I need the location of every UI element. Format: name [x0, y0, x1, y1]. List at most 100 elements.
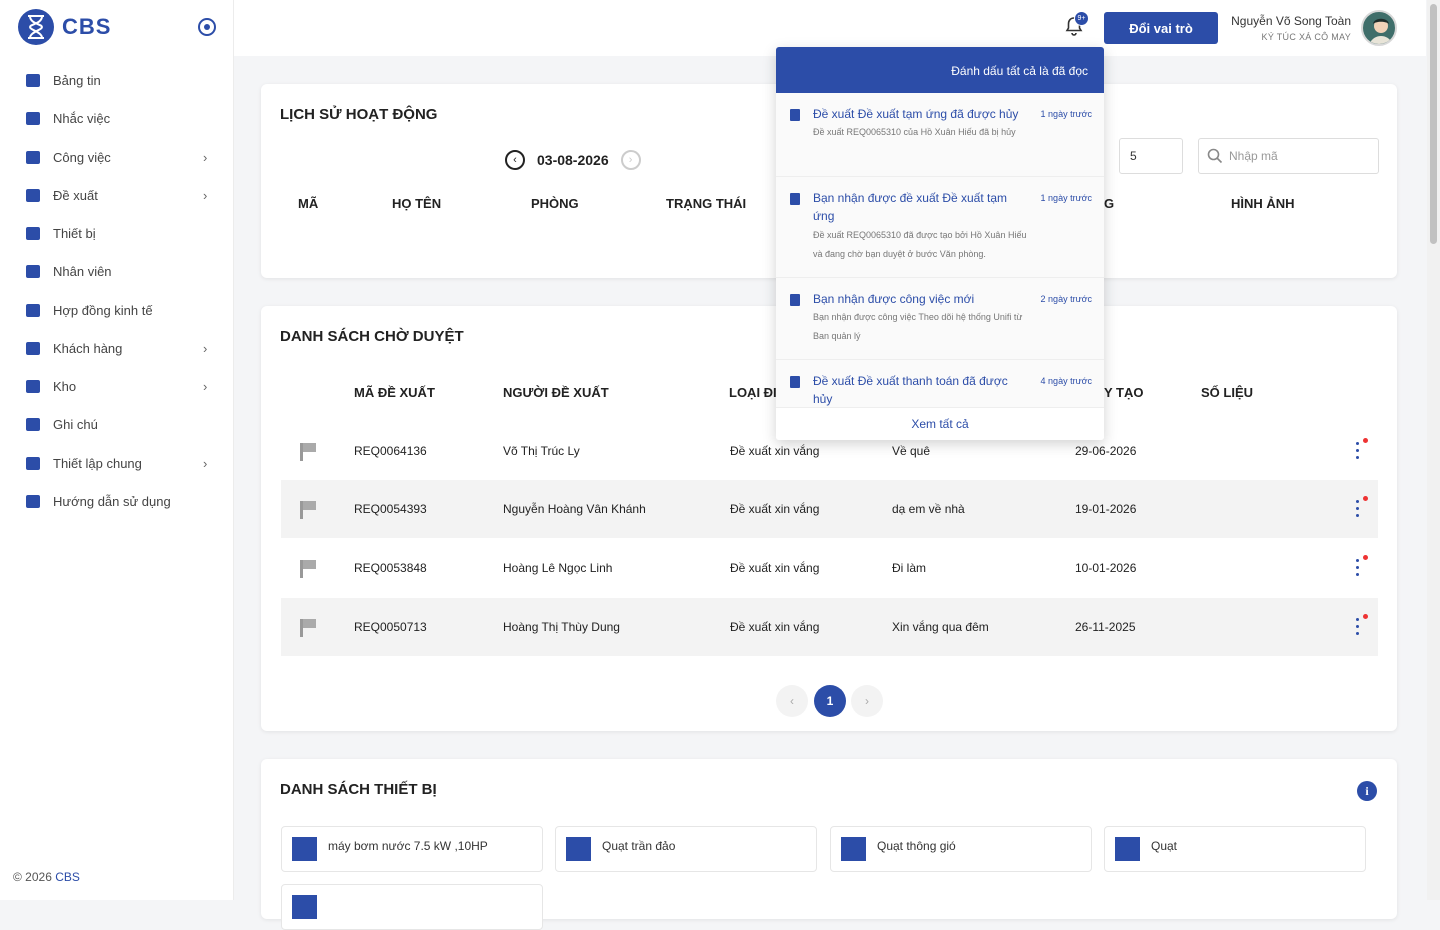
- notification-item[interactable]: Đề xuất Đề xuất tạm ứng đã được hủy Đề xu…: [776, 93, 1104, 177]
- contract-icon: [26, 303, 40, 317]
- copyright-brand: CBS: [55, 870, 80, 884]
- col-status: TRẠNG THÁI: [666, 196, 747, 211]
- unread-dot: [1363, 614, 1368, 619]
- device-color-swatch: [1115, 837, 1140, 861]
- request-reason: Về quê: [892, 444, 931, 458]
- page-1-button[interactable]: 1: [814, 685, 846, 717]
- notification-desc: Đề xuất REQ0065310 đã được tạo bởi Hồ Xu…: [813, 230, 1027, 259]
- customer-icon: [26, 341, 40, 355]
- more-actions-icon[interactable]: [1356, 559, 1360, 580]
- device-color-swatch: [841, 837, 866, 861]
- request-code: REQ0053848: [354, 561, 427, 575]
- col-code: MÃ: [298, 196, 319, 211]
- device-title: DANH SÁCH THIẾT BỊ: [280, 781, 437, 798]
- user-name: Nguyễn Võ Song Toàn: [1231, 14, 1351, 28]
- info-icon[interactable]: i: [1357, 781, 1377, 801]
- sidebar-item-11[interactable]: Hướng dẫn sử dụng: [0, 483, 234, 519]
- avatar[interactable]: [1361, 10, 1397, 46]
- sidebar-item-label: Hợp đồng kinh tế: [53, 302, 153, 318]
- sidebar-item-label: Thiết lập chung: [53, 455, 142, 471]
- sidebar-item-8[interactable]: Kho ›: [0, 368, 234, 404]
- sidebar-item-10[interactable]: Thiết lập chung ›: [0, 445, 234, 481]
- device-item[interactable]: Quạt trần đảo: [555, 826, 817, 872]
- request-date: 26-11-2025: [1075, 620, 1136, 634]
- page-size-input[interactable]: 5: [1119, 138, 1183, 174]
- sidebar-item-1[interactable]: Nhắc việc: [0, 100, 234, 136]
- col-type: LOẠI ĐI: [729, 385, 777, 400]
- notification-time: 1 ngày trước: [1040, 109, 1092, 119]
- sidebar-item-5[interactable]: Nhân viên: [0, 253, 234, 289]
- notification-title: Đề xuất Đề xuất tạm ứng đã được hủy: [813, 107, 1019, 121]
- device-item[interactable]: máy bơm nước 7.5 kW ,10HP: [281, 826, 543, 872]
- more-actions-icon[interactable]: [1356, 618, 1360, 639]
- current-date: 03-08-2026: [537, 152, 609, 168]
- page-title: LỊCH SỬ HOẠT ĐỘNG: [280, 106, 438, 123]
- sidebar-item-label: Bảng tin: [53, 72, 101, 88]
- users-icon: [26, 264, 40, 278]
- notification-item[interactable]: Bạn nhận được đề xuất Đề xuất tạm ứng Đề …: [776, 177, 1104, 278]
- request-date: 10-01-2026: [1075, 561, 1137, 575]
- sidebar-item-7[interactable]: Khách hàng ›: [0, 330, 234, 366]
- request-type: Đề xuất xin vắng: [730, 561, 820, 575]
- more-actions-icon[interactable]: [1356, 500, 1360, 521]
- notification-desc: Bạn nhận được công việc Theo dõi hệ thốn…: [813, 312, 1023, 341]
- copyright: © 2026 CBS: [13, 870, 80, 884]
- request-code: REQ0054393: [354, 502, 427, 516]
- scrollbar[interactable]: [1427, 0, 1440, 900]
- table-row[interactable]: REQ0053848 Hoàng Lê Ngọc Linh Đề xuất xin …: [281, 539, 1378, 597]
- notification-time: 4 ngày trước: [1040, 376, 1092, 386]
- unread-dot: [1363, 438, 1368, 443]
- next-page-button[interactable]: ›: [851, 685, 883, 717]
- col-fullname: HỌ TÊN: [392, 196, 442, 211]
- sidebar-item-9[interactable]: Ghi chú: [0, 406, 234, 442]
- sidebar-item-4[interactable]: Thiết bị: [0, 215, 234, 251]
- user-role: KÝ TÚC XÁ CÔ MAY: [1261, 32, 1351, 42]
- logo[interactable]: CBS: [18, 9, 111, 45]
- sidebar-item-label: Khách hàng: [53, 340, 123, 356]
- col-image: HÌNH ẢNH: [1231, 196, 1295, 211]
- sidebar-item-label: Hướng dẫn sử dụng: [53, 493, 171, 509]
- prev-page-button[interactable]: ‹: [776, 685, 808, 717]
- pending-title: DANH SÁCH CHỜ DUYỆT: [280, 328, 464, 345]
- device-item[interactable]: [281, 884, 543, 930]
- device-item[interactable]: Quạt thông gió: [830, 826, 1092, 872]
- mark-all-read-link[interactable]: Đánh dấu tất cả là đã đọc: [951, 64, 1088, 78]
- notification-dropdown: Đánh dấu tất cả là đã đọc Đề xuất Đề xuấ…: [776, 47, 1104, 440]
- col-created: Y TẠO: [1104, 385, 1144, 400]
- more-actions-icon[interactable]: [1356, 442, 1360, 463]
- gear-icon: [26, 456, 40, 470]
- device-item[interactable]: Quạt: [1104, 826, 1366, 872]
- unread-dot: [1363, 555, 1368, 560]
- prev-date-button[interactable]: ‹: [505, 150, 525, 170]
- requester-name: Nguyễn Hoàng Vân Khánh: [503, 502, 646, 516]
- device-icon: [26, 226, 40, 240]
- scrollbar-thumb[interactable]: [1430, 4, 1437, 244]
- notification-desc: Đề xuất REQ0065310 của Hồ Xuân Hiếu đã b…: [813, 127, 1016, 137]
- requester-name: Hoàng Lê Ngọc Linh: [503, 561, 613, 575]
- table-row[interactable]: REQ0054393 Nguyễn Hoàng Vân Khánh Đề xuất …: [281, 480, 1378, 538]
- sidebar-item-2[interactable]: Công việc ›: [0, 139, 234, 175]
- search-placeholder: Nhập mã: [1229, 149, 1278, 163]
- search-input[interactable]: Nhập mã: [1198, 138, 1379, 174]
- sidebar-item-6[interactable]: Hợp đồng kinh tế: [0, 292, 234, 328]
- notification-item[interactable]: Bạn nhận được công việc mới Bạn nhận được…: [776, 278, 1104, 360]
- next-date-button[interactable]: ›: [620, 150, 641, 170]
- table-row[interactable]: REQ0050713 Hoàng Thị Thùy Dung Đề xuất xin…: [281, 598, 1378, 656]
- note-icon: [26, 417, 40, 431]
- search-icon: [1207, 148, 1223, 164]
- guide-icon: [26, 494, 40, 508]
- document-icon: [26, 188, 40, 202]
- unread-dot: [1363, 496, 1368, 501]
- chevron-right-icon: ›: [203, 378, 208, 394]
- request-date: 19-01-2026: [1075, 502, 1137, 516]
- view-all-link[interactable]: Xem tất cả: [776, 407, 1104, 440]
- sidebar-item-0[interactable]: Bảng tin: [0, 62, 234, 98]
- switch-role-button[interactable]: Đổi vai trò: [1104, 12, 1218, 44]
- device-label: máy bơm nước 7.5 kW ,10HP: [328, 839, 488, 853]
- sidebar-item-3[interactable]: Đề xuất ›: [0, 177, 234, 213]
- collapse-sidebar-icon[interactable]: [198, 18, 216, 36]
- megaphone-icon: [26, 111, 40, 125]
- document-icon: [790, 109, 800, 121]
- date-navigator: ‹ 03-08-2026 ›: [505, 150, 641, 170]
- requester-name: Hoàng Thị Thùy Dung: [503, 620, 620, 634]
